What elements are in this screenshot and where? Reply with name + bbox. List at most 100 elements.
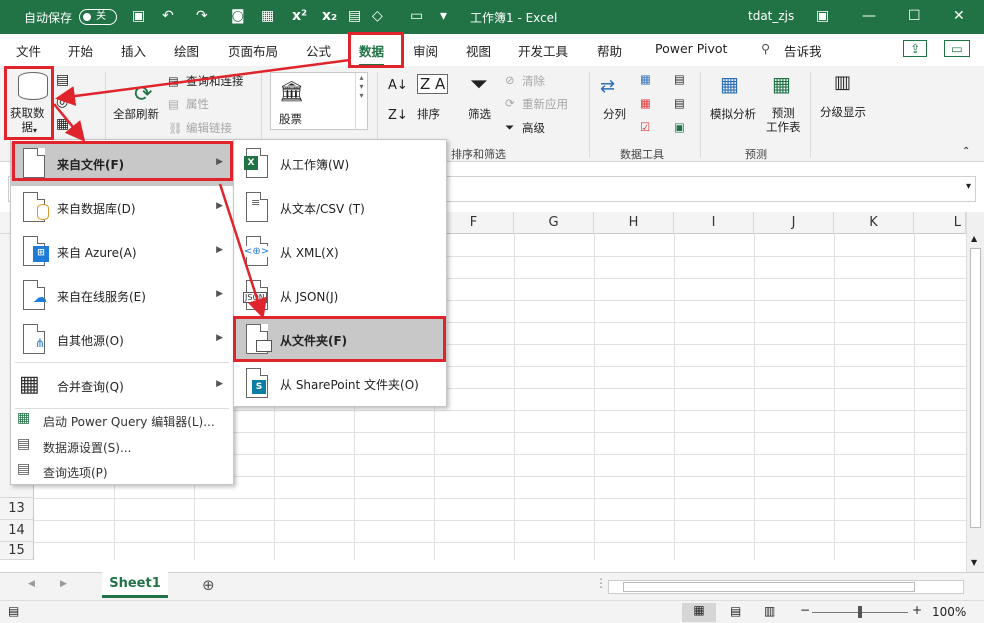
- outline-button[interactable]: 分级显示: [820, 104, 866, 120]
- menu-item-from-online-services[interactable]: ☁ 来自在线服务(E) ▶: [11, 274, 233, 318]
- menu-item-from-sharepoint-folder[interactable]: S 从 SharePoint 文件夹(O): [234, 362, 446, 406]
- menu-item-from-text-csv[interactable]: ≡ 从文本/CSV (T): [234, 186, 446, 230]
- column-header[interactable]: H: [594, 212, 674, 234]
- ribbon-display-icon[interactable]: ▣: [816, 8, 829, 24]
- menu-item-from-database[interactable]: 来自数据库(D) ▶: [11, 186, 233, 230]
- next-sheet-icon[interactable]: ▶: [60, 579, 67, 589]
- vertical-scrollbar[interactable]: ▲ ▼: [966, 212, 984, 572]
- autosave-toggle[interactable]: 关: [79, 9, 117, 25]
- folder-icon[interactable]: ▭: [410, 8, 423, 24]
- horizontal-scrollbar[interactable]: [608, 580, 964, 594]
- reapply-button[interactable]: 重新应用: [522, 96, 568, 112]
- tab-view[interactable]: 视图: [466, 41, 491, 60]
- expand-formula-icon[interactable]: ▾: [966, 181, 971, 192]
- redo-icon[interactable]: ↷: [196, 8, 208, 24]
- sort-za-icon[interactable]: Z↓: [388, 108, 408, 123]
- tab-review[interactable]: 审阅: [413, 41, 438, 60]
- vertical-scroll-thumb[interactable]: [970, 248, 981, 528]
- tab-file[interactable]: 文件: [16, 41, 41, 60]
- column-header[interactable]: L: [914, 212, 966, 234]
- menu-item-launch-power-query[interactable]: ▦ 启动 Power Query 编辑器(L)...: [11, 407, 233, 433]
- tab-power-pivot[interactable]: Power Pivot: [655, 41, 727, 56]
- page-break-view-icon[interactable]: ▥: [764, 604, 775, 618]
- comments-button[interactable]: ▭: [944, 40, 970, 57]
- relationships-icon[interactable]: ▤: [674, 96, 685, 110]
- menu-item-from-other-sources[interactable]: ⋔ 自其他源(O) ▶: [11, 318, 233, 362]
- zoom-slider-thumb[interactable]: [858, 606, 862, 618]
- menu-item-from-json[interactable]: JSON 从 JSON(J): [234, 274, 446, 318]
- page-layout-view-icon[interactable]: ▤: [730, 604, 741, 618]
- flash-fill-icon[interactable]: ▦: [640, 72, 651, 86]
- zoom-out-icon[interactable]: −: [800, 603, 810, 617]
- zoom-in-icon[interactable]: +: [912, 603, 922, 617]
- properties-button[interactable]: 属性: [186, 96, 209, 112]
- tab-draw[interactable]: 绘图: [174, 41, 199, 60]
- horizontal-scroll-thumb[interactable]: [623, 582, 915, 592]
- menu-item-query-options[interactable]: ▤ 查询选项(P): [11, 458, 233, 484]
- form-icon[interactable]: ▤: [348, 8, 361, 24]
- add-sheet-icon[interactable]: ⊕: [202, 576, 215, 594]
- remove-duplicates-icon[interactable]: ▦: [640, 96, 651, 110]
- scroll-up-icon[interactable]: ▲: [971, 234, 977, 243]
- tab-formulas[interactable]: 公式: [306, 41, 331, 60]
- save-icon[interactable]: ▣: [132, 8, 145, 24]
- from-table-icon[interactable]: ▦: [56, 116, 69, 132]
- menu-item-from-workbook[interactable]: X 从工作簿(W): [234, 142, 446, 186]
- from-web-icon[interactable]: ◎: [56, 94, 68, 110]
- customize-qat-icon[interactable]: ▾: [440, 8, 447, 24]
- shapes-icon[interactable]: ◇: [372, 8, 383, 24]
- column-header[interactable]: J: [754, 212, 834, 234]
- search-icon[interactable]: ⚲: [761, 41, 770, 56]
- zoom-level[interactable]: 100%: [932, 605, 966, 619]
- row-header[interactable]: 15: [0, 542, 34, 560]
- collapse-ribbon-icon[interactable]: ⌃: [962, 146, 970, 157]
- what-if-analysis-button[interactable]: 模拟分析: [710, 106, 756, 122]
- row-header[interactable]: 14: [0, 520, 34, 542]
- calculator-icon[interactable]: ▦: [261, 8, 274, 24]
- refresh-all-button[interactable]: 全部刷新: [113, 106, 159, 122]
- user-name[interactable]: tdat_zjs: [748, 9, 794, 23]
- menu-item-from-xml[interactable]: <⊕> 从 XML(X): [234, 230, 446, 274]
- filter-button[interactable]: 筛选: [468, 106, 491, 122]
- tab-insert[interactable]: 插入: [121, 41, 146, 60]
- column-header[interactable]: K: [834, 212, 914, 234]
- edit-links-button[interactable]: 编辑链接: [186, 120, 232, 136]
- advanced-button[interactable]: 高级: [522, 120, 545, 136]
- manage-data-model-icon[interactable]: ▣: [674, 120, 685, 134]
- tab-home[interactable]: 开始: [68, 41, 93, 60]
- menu-item-from-azure[interactable]: ⊞ 来自 Azure(A) ▶: [11, 230, 233, 274]
- tab-developer[interactable]: 开发工具: [518, 41, 568, 60]
- undo-icon[interactable]: ↶: [162, 8, 174, 24]
- stocks-button[interactable]: 股票: [279, 111, 302, 127]
- text-to-columns-button[interactable]: 分列: [603, 106, 626, 122]
- normal-view-icon[interactable]: ▦: [682, 603, 716, 622]
- consolidate-icon[interactable]: ▤: [674, 72, 685, 86]
- data-validation-icon[interactable]: ☑: [640, 120, 650, 134]
- sort-az-icon[interactable]: A↓: [388, 78, 408, 93]
- column-header[interactable]: I: [674, 212, 754, 234]
- tell-me[interactable]: 告诉我: [784, 41, 822, 60]
- row-header[interactable]: 13: [0, 498, 34, 520]
- sort-button[interactable]: 排序: [417, 106, 440, 122]
- tab-split-icon[interactable]: ⋮: [595, 576, 607, 590]
- sheet-tab[interactable]: Sheet1: [102, 572, 168, 598]
- prev-sheet-icon[interactable]: ◀: [28, 579, 35, 589]
- from-text-icon[interactable]: ▤: [56, 72, 69, 88]
- subscript-icon[interactable]: x₂: [322, 8, 337, 24]
- share-button[interactable]: ⇪: [903, 40, 928, 57]
- superscript-icon[interactable]: x²: [292, 8, 307, 24]
- forecast-sheet-button[interactable]: 预测 工作表: [766, 106, 801, 134]
- clear-button[interactable]: 清除: [522, 73, 545, 89]
- menu-item-combine-queries[interactable]: ▦ 合并查询(Q) ▶: [11, 364, 233, 408]
- data-types-gallery[interactable]: 🏛 股票 ▴ ▾ ▾: [270, 72, 368, 130]
- macro-record-icon[interactable]: ▤: [8, 604, 19, 618]
- close-icon[interactable]: ✕: [953, 8, 965, 24]
- scroll-down-icon[interactable]: ▼: [971, 558, 977, 567]
- queries-connections-button[interactable]: 查询和连接: [186, 73, 244, 89]
- tab-page-layout[interactable]: 页面布局: [228, 41, 278, 60]
- menu-item-data-source-settings[interactable]: ▤ 数据源设置(S)...: [11, 433, 233, 459]
- gallery-scroll[interactable]: ▴ ▾ ▾: [355, 73, 367, 129]
- minimize-icon[interactable]: —: [862, 8, 876, 24]
- maximize-icon[interactable]: ☐: [908, 8, 921, 24]
- tab-help[interactable]: 帮助: [597, 41, 622, 60]
